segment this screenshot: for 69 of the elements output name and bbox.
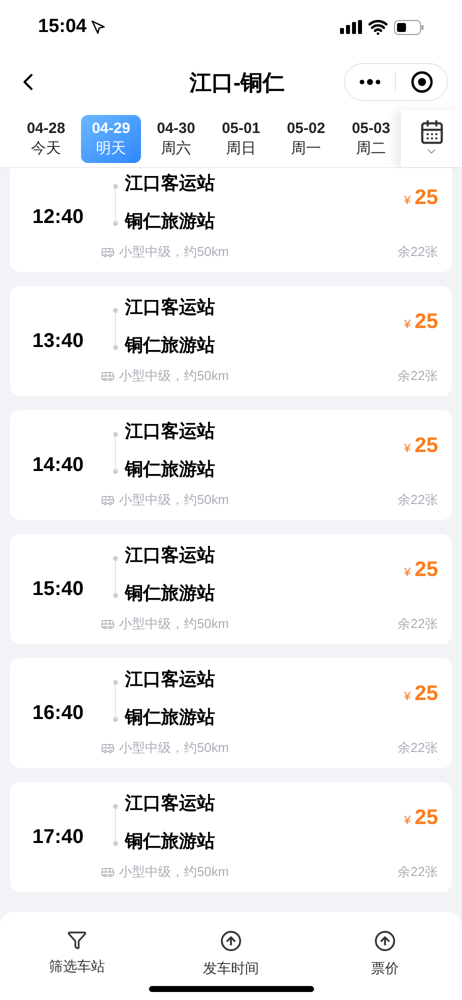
departure-time: 17:40 (32, 825, 84, 850)
bus-info: 小型中级，约50km (119, 243, 229, 261)
destination-station: 铜仁旅游站 (125, 582, 215, 605)
filter-button[interactable]: 筛选车站 (0, 930, 154, 986)
price: 25 (414, 433, 438, 459)
more-icon[interactable] (359, 79, 382, 85)
origin-station: 江口客运站 (125, 420, 215, 443)
destination-station: 铜仁旅游站 (125, 334, 215, 357)
destination-station: 铜仁旅游站 (125, 830, 215, 853)
date-tab[interactable]: 05-01 周日 (211, 114, 271, 162)
arrow-up-circle-icon (220, 930, 242, 952)
date-tab[interactable]: 04-28 今天 (16, 114, 76, 162)
price: 25 (414, 309, 438, 335)
departure-time: 16:40 (32, 701, 84, 726)
close-target-icon[interactable] (410, 71, 433, 93)
bus-info: 小型中级，约50km (119, 739, 229, 757)
date-tab[interactable]: 04-30 周六 (146, 114, 206, 162)
trip-card[interactable]: 15:40 江口客运站 铜仁旅游站 ¥ 25 小型中级，约50km 余22张 (10, 534, 452, 644)
trip-card[interactable]: 17:40 江口客运站 铜仁旅游站 ¥ 25 小型中级，约50km 余22张 (10, 782, 452, 892)
trip-card[interactable]: 16:40 江口客运站 铜仁旅游站 ¥ 25 小型中级，约50km 余22张 (10, 658, 452, 768)
departure-time: 15:40 (32, 577, 84, 602)
location-arrow-icon (90, 20, 106, 34)
origin-station: 江口客运站 (125, 172, 215, 195)
origin-station: 江口客运站 (125, 668, 215, 691)
date-tab[interactable]: 05-02 周一 (276, 114, 336, 162)
arrow-up-circle-icon (374, 930, 396, 952)
departure-time: 14:40 (32, 453, 84, 478)
filter-icon (67, 930, 87, 950)
price: 25 (414, 557, 438, 583)
trip-card[interactable]: 14:40 江口客运站 铜仁旅游站 ¥ 25 小型中级，约50km 余22张 (10, 410, 452, 520)
currency-symbol: ¥ (404, 316, 411, 333)
signal-icon (340, 20, 362, 34)
currency-symbol: ¥ (404, 564, 411, 581)
seats-remaining: 余22张 (398, 243, 438, 261)
battery-icon (394, 20, 424, 34)
wifi-icon (368, 17, 388, 37)
seats-remaining: 余22张 (398, 367, 438, 385)
seats-remaining: 余22张 (398, 615, 438, 633)
origin-station: 江口客运站 (125, 296, 215, 319)
bus-info: 小型中级，约50km (119, 367, 229, 385)
price: 25 (414, 805, 438, 831)
bus-info: 小型中级，约50km (119, 615, 229, 633)
seats-remaining: 余22张 (398, 863, 438, 881)
capsule-menu[interactable] (344, 63, 448, 101)
date-tab[interactable]: 05-03 周二 (341, 114, 401, 162)
status-time: 15:04 (38, 14, 87, 39)
bus-info: 小型中级，约50km (119, 863, 229, 881)
seats-remaining: 余22张 (398, 739, 438, 757)
sort-button[interactable]: 票价 (308, 930, 462, 986)
departure-time: 13:40 (32, 329, 84, 354)
seats-remaining: 余22张 (398, 491, 438, 509)
currency-symbol: ¥ (404, 192, 411, 209)
price: 25 (414, 681, 438, 707)
trip-card[interactable]: 12:40 江口客运站 铜仁旅游站 ¥ 25 小型中级，约50km 余22张 (10, 168, 452, 272)
destination-station: 铜仁旅游站 (125, 706, 215, 729)
bus-info: 小型中级，约50km (119, 491, 229, 509)
trip-card[interactable]: 13:40 江口客运站 铜仁旅游站 ¥ 25 小型中级，约50km 余22张 (10, 286, 452, 396)
departure-time: 12:40 (32, 205, 84, 230)
currency-symbol: ¥ (404, 440, 411, 457)
destination-station: 铜仁旅游站 (125, 210, 215, 233)
currency-symbol: ¥ (404, 812, 411, 829)
origin-station: 江口客运站 (125, 792, 215, 815)
origin-station: 江口客运站 (125, 544, 215, 567)
calendar-icon[interactable] (418, 119, 444, 145)
page-title: 江口-铜仁 (189, 68, 285, 96)
destination-station: 铜仁旅游站 (125, 458, 215, 481)
currency-symbol: ¥ (404, 688, 411, 705)
price: 25 (414, 185, 438, 211)
sort-button[interactable]: 发车时间 (154, 930, 308, 986)
